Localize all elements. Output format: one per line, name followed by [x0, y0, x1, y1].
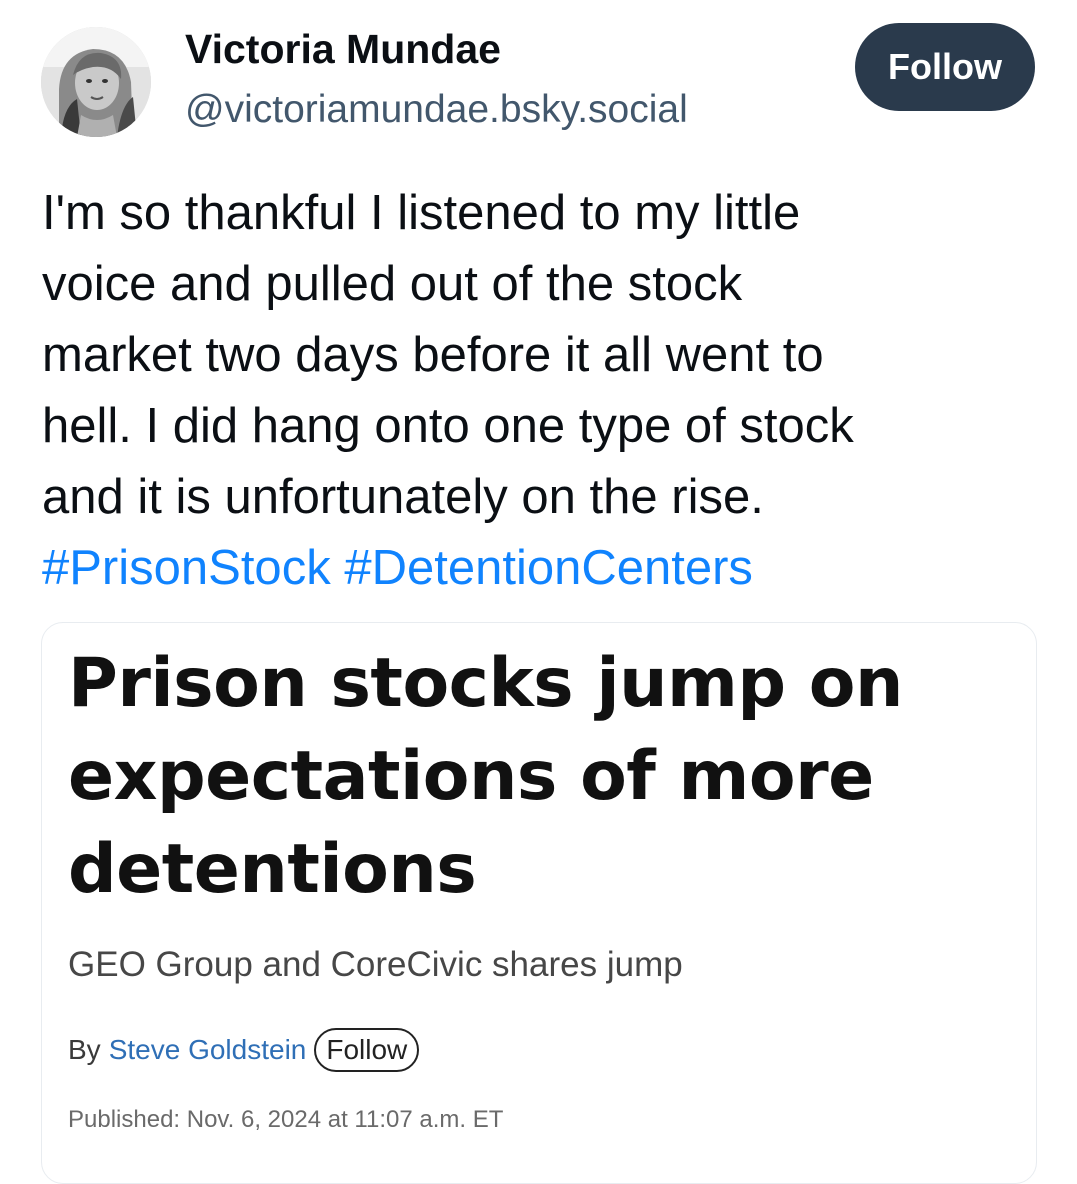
- profile-photo-icon: [41, 27, 151, 137]
- author-follow-button: Follow: [314, 1028, 420, 1072]
- article-title-line: detentions: [68, 830, 477, 909]
- post-text-line: and it is unfortunately on the rise.: [42, 470, 764, 524]
- post-header: Victoria Mundae @victoriamundae.bsky.soc…: [0, 0, 1077, 150]
- hashtag-line: #PrisonStock #DetentionCenters: [42, 533, 1042, 604]
- article-title: Prison stocks jump on expectations of mo…: [68, 637, 1018, 916]
- hashtag-detentioncenters[interactable]: #DetentionCenters: [344, 541, 753, 595]
- embedded-article-card[interactable]: Prison stocks jump on expectations of mo…: [41, 622, 1037, 1184]
- post-text-line: I'm so thankful I listened to my little: [42, 186, 801, 240]
- post-text-line: market two days before it all went to: [42, 328, 824, 382]
- post-text-line: voice and pulled out of the stock: [42, 257, 743, 311]
- author-display-name[interactable]: Victoria Mundae: [185, 26, 501, 73]
- avatar[interactable]: [41, 27, 151, 137]
- post-text-line: hell. I did hang onto one type of stock: [42, 399, 854, 453]
- article-title-line: expectations of more: [68, 737, 874, 816]
- article-byline: By Steve Goldstein Follow: [68, 1026, 420, 1074]
- article-subtitle: GEO Group and CoreCivic shares jump: [68, 945, 683, 984]
- byline-prefix: By: [68, 1034, 101, 1065]
- hashtag-prisonstock[interactable]: #PrisonStock: [42, 541, 331, 595]
- article-author-link: Steve Goldstein: [108, 1034, 307, 1065]
- article-published-date: Published: Nov. 6, 2024 at 11:07 a.m. ET: [68, 1106, 504, 1133]
- follow-button[interactable]: Follow: [855, 23, 1035, 111]
- article-title-line: Prison stocks jump on: [68, 644, 903, 723]
- author-handle[interactable]: @victoriamundae.bsky.social: [185, 88, 688, 132]
- post-body: I'm so thankful I listened to my little …: [42, 178, 1042, 604]
